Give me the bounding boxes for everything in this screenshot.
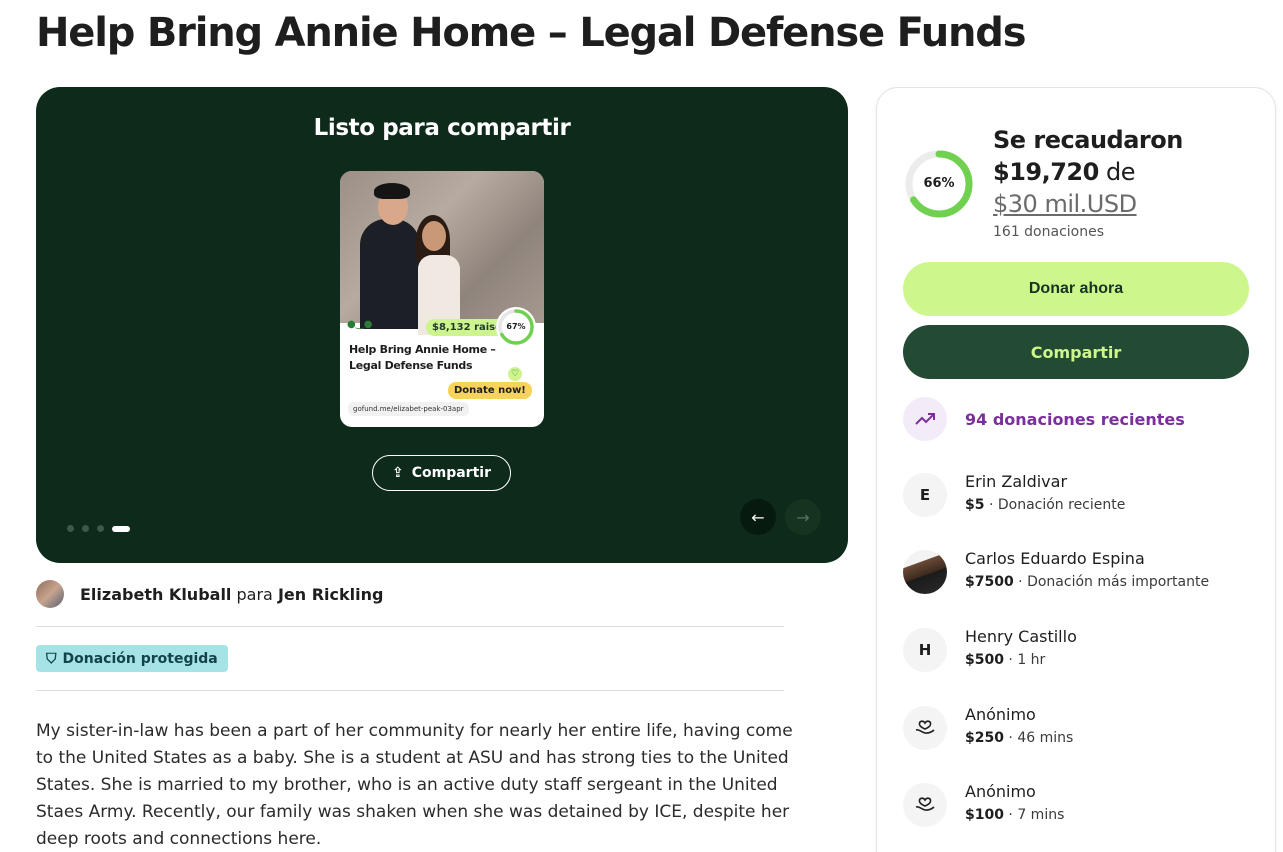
carousel-dot[interactable]	[67, 525, 74, 532]
beneficiary-name[interactable]: Jen Rickling	[278, 585, 384, 604]
card-progress-label: 67%	[506, 322, 526, 331]
recent-donations-link[interactable]: 94 donaciones recientes	[903, 397, 1185, 441]
donor-detail: 1 hr	[1017, 652, 1046, 668]
donor-amount: $5	[965, 497, 985, 513]
donor-item: Carlos Eduardo Espina $7500 · Donación m…	[903, 548, 1209, 594]
share-preview-card[interactable]: ●‿● $8,132 raised 67% Help Bring Annie H…	[340, 171, 544, 427]
donor-item: Anónimo $250 · 46 mins	[903, 704, 1073, 750]
donor-avatar-photo	[903, 550, 947, 594]
campaign-photo	[340, 171, 544, 335]
donor-name: Henry Castillo	[965, 627, 1077, 646]
carousel-dot-active[interactable]	[112, 525, 130, 532]
carousel-dot[interactable]	[82, 525, 89, 532]
campaign-story: My sister-in-law has been a part of her …	[36, 721, 793, 849]
divider	[36, 690, 784, 691]
card-progress-ring: 67%	[496, 307, 536, 347]
hand-heart-icon	[903, 706, 947, 750]
divider	[36, 626, 784, 627]
donor-item: H Henry Castillo $500 · 1 hr	[903, 626, 1077, 672]
donor-detail: 46 mins	[1017, 730, 1074, 746]
organizer-line: Elizabeth Kluball para Jen Rickling	[36, 580, 383, 608]
donation-sidebar: 66% Se recaudaron $19,720 de $30 mil.USD…	[876, 87, 1276, 852]
raised-label: Se recaudaron	[993, 126, 1183, 154]
organizer-connector: para	[236, 584, 273, 604]
share-button[interactable]: Compartir	[903, 325, 1249, 379]
donor-amount: $7500	[965, 574, 1014, 590]
donor-avatar: E	[903, 473, 947, 517]
arrow-left-icon: ←	[751, 507, 765, 527]
carousel-pagination	[67, 525, 130, 532]
progress-percent: 66%	[923, 176, 955, 191]
organizer-name[interactable]: Elizabeth Kluball	[80, 585, 231, 604]
donor-detail: Donación más importante	[1027, 574, 1210, 590]
raised-amount: $19,720	[993, 158, 1099, 186]
separator: ·	[1018, 574, 1023, 590]
arrow-right-icon: →	[796, 507, 810, 527]
donor-name: Carlos Eduardo Espina	[965, 549, 1145, 568]
separator: ·	[1008, 652, 1013, 668]
carousel-dot[interactable]	[97, 525, 104, 532]
donation-count: 161 donaciones	[993, 224, 1105, 240]
donor-amount: $500	[965, 652, 1004, 668]
donor-name: Anónimo	[965, 705, 1036, 724]
carousel-share-label: Compartir	[411, 465, 491, 481]
share-carousel: Listo para compartir ●‿● $8,132 raised 6…	[36, 87, 848, 563]
donor-item: E Erin Zaldivar $5 · Donación reciente	[903, 471, 1125, 517]
gofundme-logo-icon: ●‿●	[347, 319, 373, 330]
protected-donation-badge[interactable]: ⛉ Donación protegida	[36, 645, 228, 672]
of-label: de	[1105, 158, 1136, 186]
donate-now-button[interactable]: Donar ahora	[903, 262, 1249, 316]
shield-icon: ⛉	[46, 650, 57, 667]
separator: ·	[988, 497, 994, 513]
trending-up-icon	[903, 397, 947, 441]
card-url: gofund.me/elizabet-peak-03apr	[348, 402, 469, 416]
upload-icon: ⇪	[392, 465, 404, 481]
donor-name: Erin Zaldivar	[965, 472, 1068, 491]
separator: ·	[1008, 730, 1013, 746]
goal-amount[interactable]: $30 mil.USD	[993, 190, 1137, 218]
donor-amount: $100	[965, 807, 1004, 823]
heart-icon: ♡	[508, 367, 522, 381]
donor-detail: Donación reciente	[997, 497, 1126, 513]
page-title: Help Bring Annie Home – Legal Defense Fu…	[36, 10, 1027, 56]
donor-name: Anónimo	[965, 782, 1036, 801]
donor-detail: 7 mins	[1017, 807, 1065, 823]
carousel-next-button[interactable]: →	[785, 499, 821, 535]
organizer-avatar[interactable]	[36, 580, 64, 608]
protected-label: Donación protegida	[62, 650, 218, 667]
carousel-heading: Listo para compartir	[313, 115, 571, 141]
carousel-prev-button[interactable]: ←	[740, 499, 776, 535]
separator: ·	[1008, 807, 1013, 823]
card-donate-badge: Donate now!	[448, 382, 532, 399]
card-title: Help Bring Annie Home – Legal Defense Fu…	[349, 343, 496, 372]
donor-item: Anónimo $100 · 7 mins	[903, 781, 1064, 827]
donor-avatar: H	[903, 628, 947, 672]
progress-ring: 66%	[903, 148, 975, 220]
carousel-share-button[interactable]: ⇪ Compartir	[372, 455, 511, 491]
recent-donations-label: 94 donaciones recientes	[965, 409, 1185, 429]
hand-heart-icon	[903, 783, 947, 827]
donor-amount: $250	[965, 730, 1004, 746]
